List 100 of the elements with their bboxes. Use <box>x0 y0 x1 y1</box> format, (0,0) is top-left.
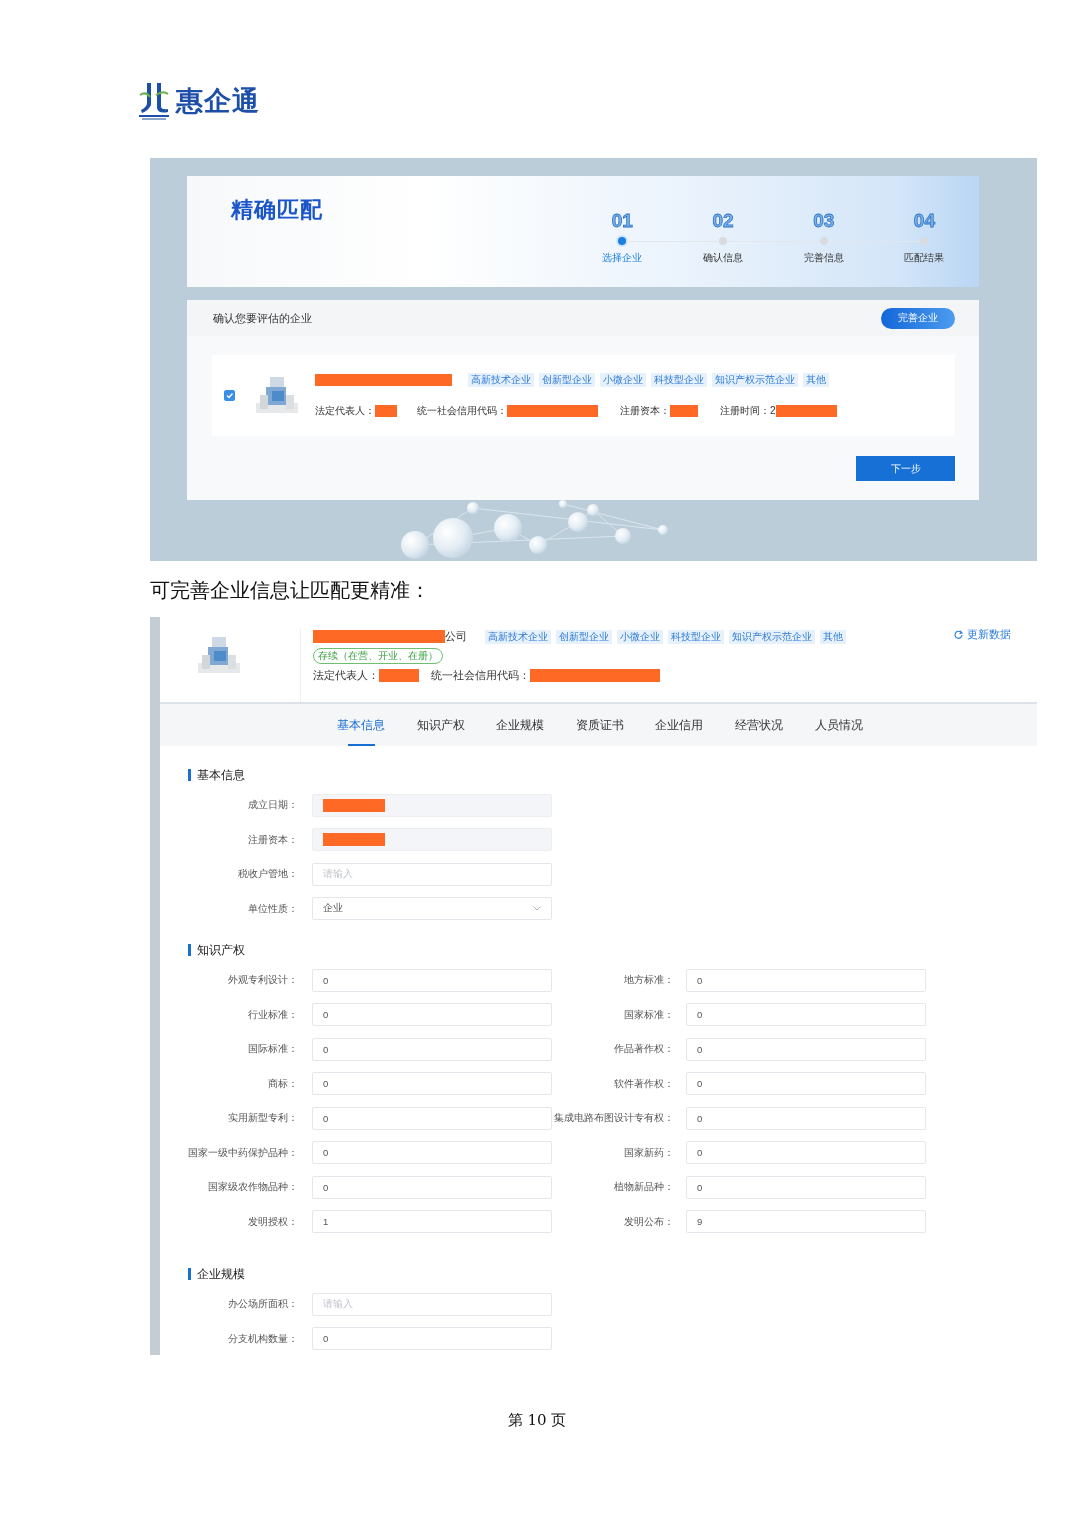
next-step-button[interactable]: 下一步 <box>856 456 955 481</box>
tab[interactable]: 基本信息 <box>337 704 417 746</box>
input-field[interactable] <box>312 793 552 817</box>
redaction-bar <box>775 405 837 417</box>
input-field[interactable]: 0 <box>312 968 552 992</box>
redaction-bar <box>375 405 397 417</box>
field-label: 税收户管地： <box>237 867 299 881</box>
field-label: 国际标准： <box>247 1042 299 1056</box>
section-marker <box>188 769 191 781</box>
field-label: 地方标准： <box>623 973 675 987</box>
step-number: 01 <box>611 210 633 232</box>
tab[interactable]: 企业规模 <box>496 704 576 746</box>
step-label: 匹配结果 <box>904 252 945 264</box>
tag: 小微企业 <box>600 373 646 387</box>
refresh-icon <box>954 630 963 639</box>
input-field[interactable] <box>312 828 552 852</box>
input-field[interactable]: 0 <box>686 1175 926 1199</box>
step-number: 03 <box>813 210 835 232</box>
field-label: 实用新型专利： <box>227 1111 299 1125</box>
field-label: 分支机构数量： <box>227 1331 299 1346</box>
tag: 创新型企业 <box>556 629 612 644</box>
field-label: 商标： <box>267 1076 299 1091</box>
refresh-button[interactable]: 更新数据 <box>954 627 1011 642</box>
body-text: 可完善企业信息让匹配更精准： <box>150 578 431 602</box>
input-field[interactable]: 0 <box>312 1003 552 1027</box>
step-label: 确认信息 <box>703 252 744 264</box>
field-label: 法定代表人： <box>315 404 375 418</box>
step-label: 选择企业 <box>602 252 643 264</box>
input-field[interactable]: 0 <box>686 1106 926 1130</box>
tag: 科技型企业 <box>668 629 724 644</box>
tag: 其他 <box>820 629 846 644</box>
tab[interactable]: 经营状况 <box>734 704 815 746</box>
step-number: 04 <box>913 210 935 232</box>
tag: 高新技术企业 <box>468 373 534 387</box>
field-label: 注册资本： <box>247 832 299 847</box>
field-label: 成立日期： <box>247 798 299 812</box>
field-label: 统一社会信用代码： <box>431 668 530 683</box>
input-field[interactable]: 0 <box>686 968 926 992</box>
section-title: 企业规模 <box>197 1265 245 1283</box>
input-field[interactable]: 0 <box>686 1072 926 1096</box>
checkbox[interactable] <box>224 390 235 401</box>
step-label: 完善信息 <box>803 252 844 264</box>
field-label: 统一社会信用代码： <box>417 404 507 418</box>
input-field[interactable]: 0 <box>312 1072 552 1096</box>
step-number: 02 <box>712 210 734 232</box>
field-label: 外观专利设计： <box>227 973 299 987</box>
tag: 科技型企业 <box>651 373 707 387</box>
select-field[interactable]: 企业 <box>312 897 552 921</box>
field-label: 软件著作权： <box>613 1076 675 1091</box>
field-label: 注册时间：2 <box>720 404 776 418</box>
input-field[interactable]: 1 <box>312 1210 552 1234</box>
field-label: 植物新品种： <box>613 1180 675 1194</box>
field-label: 国家一级中药保护品种： <box>187 1145 299 1160</box>
tag: 高新技术企业 <box>485 629 551 644</box>
tab[interactable]: 知识产权 <box>416 704 497 746</box>
redaction-bar <box>323 798 385 812</box>
logo-text: 惠企通 <box>176 85 260 118</box>
field-label: 法定代表人： <box>313 668 379 683</box>
logo-icon <box>138 81 170 121</box>
input-field[interactable]: 0 <box>312 1141 552 1165</box>
panel-title: 确认您要评估的企业 <box>213 310 312 326</box>
tag: 其他 <box>803 373 829 387</box>
tag: 知识产权示范企业 <box>712 373 798 387</box>
field-label: 国家标准： <box>623 1007 675 1022</box>
company-name: 公司 <box>445 629 467 644</box>
section-marker <box>188 944 191 956</box>
section-marker <box>188 1268 191 1280</box>
page-number: 第 10 页 <box>507 1411 567 1429</box>
company-card[interactable]: 高新技术企业 创新型企业 小微企业 科技型企业 知识产权示范企业 其他 法定代表人： 统一社会信用代码： 注册资本： 注册时间：2 <box>212 355 955 436</box>
field-label: 注册资本： <box>620 404 670 418</box>
redaction-bar <box>379 669 419 682</box>
section-title: 基本信息 <box>197 766 245 784</box>
redaction-bar <box>323 833 385 847</box>
tag: 小微企业 <box>617 629 663 644</box>
field-label: 集成电路布图设计专有权： <box>553 1111 675 1125</box>
redaction-bar <box>670 405 698 417</box>
input-field[interactable]: 0 <box>312 1327 552 1351</box>
field-label: 发明公布： <box>623 1214 675 1229</box>
input-field[interactable]: 0 <box>686 1037 926 1061</box>
tab[interactable]: 企业信用 <box>655 704 735 746</box>
tab[interactable]: 人员情况 <box>814 704 895 746</box>
tag: 创新型企业 <box>539 373 595 387</box>
input-field[interactable]: 0 <box>686 1003 926 1027</box>
section-title: 知识产权 <box>197 941 245 959</box>
tag: 知识产权示范企业 <box>729 629 815 644</box>
input-field[interactable]: 0 <box>312 1106 552 1130</box>
input-field[interactable]: 0 <box>312 1037 552 1061</box>
field-label: 发明授权： <box>247 1214 299 1229</box>
input-field[interactable]: 9 <box>686 1210 926 1234</box>
field-label: 办公场所面积： <box>227 1297 299 1311</box>
tab[interactable]: 资质证书 <box>575 704 656 746</box>
complete-company-button[interactable]: 完善企业 <box>881 307 955 329</box>
field-label: 国家级农作物品种： <box>207 1180 299 1194</box>
input-field[interactable]: 0 <box>686 1141 926 1165</box>
page-title: 精确匹配 <box>231 197 323 223</box>
field-label: 作品著作权： <box>613 1042 675 1056</box>
input-field[interactable]: 0 <box>312 1175 552 1199</box>
field-label: 国家新药： <box>623 1145 675 1160</box>
field-label: 单位性质： <box>247 901 299 916</box>
chevron-down-icon <box>533 906 541 912</box>
